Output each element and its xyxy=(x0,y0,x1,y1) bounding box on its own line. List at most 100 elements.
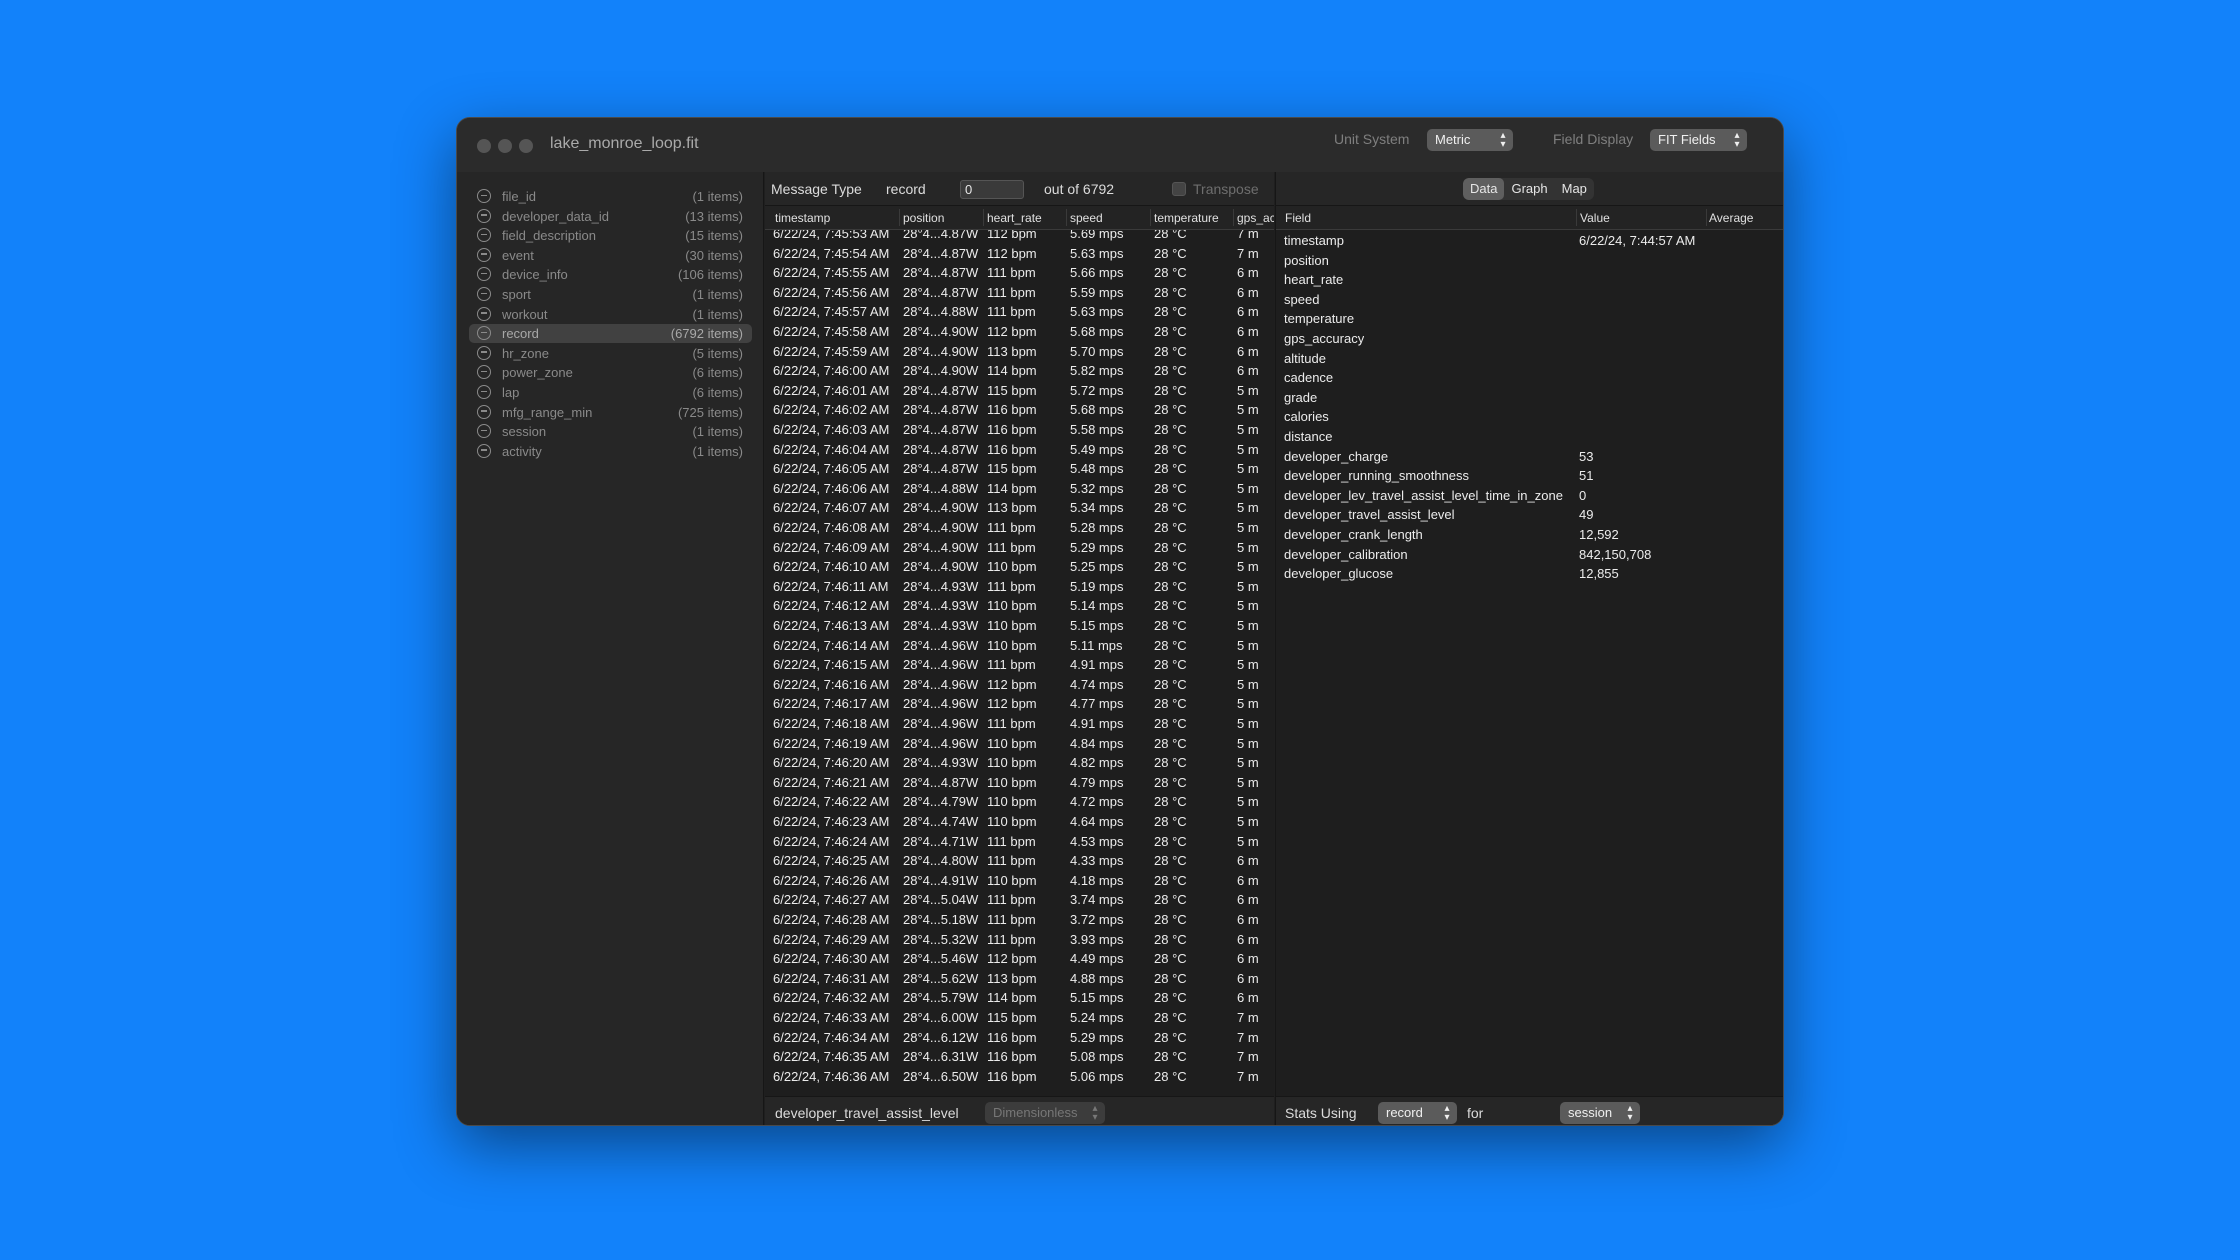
field-row[interactable]: gps_accuracy xyxy=(1276,329,1783,349)
table-row[interactable]: 6/22/24, 7:46:09 AM 28°4...4.90W 111 bpm 5.… xyxy=(765,538,1274,558)
field-display-popup[interactable]: FIT Fields ▴ ▾ xyxy=(1650,129,1747,151)
table-row[interactable]: 6/22/24, 7:45:55 AM 28°4...4.87W 111 bpm 5.… xyxy=(765,263,1274,283)
column-header-field[interactable]: Field xyxy=(1285,211,1311,225)
table-row[interactable]: 6/22/24, 7:46:04 AM 28°4...4.87W 116 bpm 5.… xyxy=(765,440,1274,460)
sidebar-item-mfg-range-min[interactable]: mfg_range_min (725 items) xyxy=(469,403,752,422)
table-row[interactable]: 6/22/24, 7:46:06 AM 28°4...4.88W 114 bpm 5.… xyxy=(765,479,1274,499)
field-row[interactable]: developer_lev_travel_assist_level_time_i… xyxy=(1276,486,1783,506)
field-row[interactable]: developer_glucose 12,855 xyxy=(1276,564,1783,584)
table-row[interactable]: 6/22/24, 7:46:02 AM 28°4...4.87W 116 bpm 5.… xyxy=(765,400,1274,420)
tab-data[interactable]: Data xyxy=(1463,178,1505,200)
table-row[interactable]: 6/22/24, 7:46:20 AM 28°4...4.93W 110 bpm 4.… xyxy=(765,753,1274,773)
sidebar-item-record[interactable]: record (6792 items) xyxy=(469,324,752,344)
table-row[interactable]: 6/22/24, 7:46:05 AM 28°4...4.87W 115 bpm 5.… xyxy=(765,459,1274,479)
table-row[interactable]: 6/22/24, 7:46:33 AM 28°4...6.00W 115 bpm 5.… xyxy=(765,1008,1274,1028)
table-row[interactable]: 6/22/24, 7:46:11 AM 28°4...4.93W 111 bpm 5.… xyxy=(765,577,1274,597)
sidebar-item-developer-data-id[interactable]: developer_data_id (13 items) xyxy=(469,207,752,226)
fields-table[interactable]: timestamp 6/22/24, 7:44:57 AM position hear… xyxy=(1276,230,1783,1096)
field-row[interactable]: developer_calibration 842,150,708 xyxy=(1276,545,1783,565)
table-row[interactable]: 6/22/24, 7:46:16 AM 28°4...4.96W 112 bpm 4.… xyxy=(765,675,1274,695)
table-row[interactable]: 6/22/24, 7:45:53 AM 28°4...4.87W 112 bpm 5.… xyxy=(765,230,1274,244)
close-window-button[interactable] xyxy=(477,139,491,153)
unit-system-popup[interactable]: Metric ▴ ▾ xyxy=(1427,129,1513,151)
column-header-gps-ac[interactable]: gps_ac xyxy=(1237,211,1274,225)
table-row[interactable]: 6/22/24, 7:46:17 AM 28°4...4.96W 112 bpm 4.… xyxy=(765,694,1274,714)
table-row[interactable]: 6/22/24, 7:46:18 AM 28°4...4.96W 111 bpm 4.… xyxy=(765,714,1274,734)
sidebar-item-file-id[interactable]: file_id (1 items) xyxy=(469,187,752,206)
table-row[interactable]: 6/22/24, 7:46:22 AM 28°4...4.79W 110 bpm 4.… xyxy=(765,792,1274,812)
transpose-checkbox[interactable] xyxy=(1172,182,1186,196)
table-row[interactable]: 6/22/24, 7:46:32 AM 28°4...5.79W 114 bpm 5.… xyxy=(765,988,1274,1008)
field-row[interactable]: calories xyxy=(1276,407,1783,427)
column-header-average[interactable]: Average xyxy=(1709,211,1753,225)
sidebar-item-event[interactable]: event (30 items) xyxy=(469,246,752,265)
field-row[interactable]: developer_crank_length 12,592 xyxy=(1276,525,1783,545)
view-mode-segmented-control[interactable]: Data Graph Map xyxy=(1463,178,1594,200)
table-row[interactable]: 6/22/24, 7:46:01 AM 28°4...4.87W 115 bpm 5.… xyxy=(765,381,1274,401)
sidebar-item-activity[interactable]: activity (1 items) xyxy=(469,442,752,461)
field-row[interactable]: speed xyxy=(1276,290,1783,310)
table-row[interactable]: 6/22/24, 7:46:25 AM 28°4...4.80W 111 bpm 4.… xyxy=(765,851,1274,871)
table-row[interactable]: 6/22/24, 7:46:28 AM 28°4...5.18W 111 bpm 3.… xyxy=(765,910,1274,930)
table-row[interactable]: 6/22/24, 7:46:26 AM 28°4...4.91W 110 bpm 4.… xyxy=(765,871,1274,891)
field-row[interactable]: cadence xyxy=(1276,368,1783,388)
sidebar-item-session[interactable]: session (1 items) xyxy=(469,422,752,441)
table-row[interactable]: 6/22/24, 7:46:13 AM 28°4...4.93W 110 bpm 5.… xyxy=(765,616,1274,636)
table-row[interactable]: 6/22/24, 7:46:23 AM 28°4...4.74W 110 bpm 4.… xyxy=(765,812,1274,832)
field-row[interactable]: grade xyxy=(1276,388,1783,408)
minimize-window-button[interactable] xyxy=(498,139,512,153)
table-row[interactable]: 6/22/24, 7:46:14 AM 28°4...4.96W 110 bpm 5.… xyxy=(765,636,1274,656)
field-row[interactable]: distance xyxy=(1276,427,1783,447)
table-row[interactable]: 6/22/24, 7:46:35 AM 28°4...6.31W 116 bpm 5.… xyxy=(765,1047,1274,1067)
table-row[interactable]: 6/22/24, 7:46:36 AM 28°4...6.50W 116 bpm 5.… xyxy=(765,1067,1274,1087)
field-row[interactable]: altitude xyxy=(1276,349,1783,369)
table-row[interactable]: 6/22/24, 7:46:10 AM 28°4...4.90W 110 bpm 5.… xyxy=(765,557,1274,577)
tab-graph[interactable]: Graph xyxy=(1504,178,1554,200)
field-row[interactable]: position xyxy=(1276,251,1783,271)
column-header-timestamp[interactable]: timestamp xyxy=(775,211,903,225)
column-header-speed[interactable]: speed xyxy=(1070,211,1150,225)
table-row[interactable]: 6/22/24, 7:46:31 AM 28°4...5.62W 113 bpm 4.… xyxy=(765,969,1274,989)
sidebar-item-workout[interactable]: workout (1 items) xyxy=(469,305,752,324)
table-row[interactable]: 6/22/24, 7:46:08 AM 28°4...4.90W 111 bpm 5.… xyxy=(765,518,1274,538)
table-row[interactable]: 6/22/24, 7:45:56 AM 28°4...4.87W 111 bpm 5.… xyxy=(765,283,1274,303)
field-row[interactable]: timestamp 6/22/24, 7:44:57 AM xyxy=(1276,231,1783,251)
field-row[interactable]: temperature xyxy=(1276,309,1783,329)
column-header-position[interactable]: position xyxy=(903,211,985,225)
unit-popup[interactable]: Dimensionless ▴ ▾ xyxy=(985,1102,1105,1124)
table-row[interactable]: 6/22/24, 7:46:03 AM 28°4...4.87W 116 bpm 5.… xyxy=(765,420,1274,440)
table-row[interactable]: 6/22/24, 7:46:34 AM 28°4...6.12W 116 bpm 5.… xyxy=(765,1028,1274,1048)
field-row[interactable]: developer_running_smoothness 51 xyxy=(1276,466,1783,486)
record-index-field[interactable]: 0 xyxy=(960,180,1024,199)
table-row[interactable]: 6/22/24, 7:46:27 AM 28°4...5.04W 111 bpm 3.… xyxy=(765,890,1274,910)
table-row[interactable]: 6/22/24, 7:45:59 AM 28°4...4.90W 113 bpm 5.… xyxy=(765,342,1274,362)
table-row[interactable]: 6/22/24, 7:45:57 AM 28°4...4.88W 111 bpm 5.… xyxy=(765,302,1274,322)
column-header-heart-rate[interactable]: heart_rate xyxy=(987,211,1067,225)
field-row[interactable]: developer_travel_assist_level 49 xyxy=(1276,505,1783,525)
stats-source-popup[interactable]: record ▴ ▾ xyxy=(1378,1102,1457,1124)
table-row[interactable]: 6/22/24, 7:46:19 AM 28°4...4.96W 110 bpm 4.… xyxy=(765,734,1274,754)
records-table[interactable]: 6/22/24, 7:45:53 AM 28°4...4.87W 112 bpm 5.… xyxy=(765,230,1274,1096)
column-header-temperature[interactable]: temperature xyxy=(1154,211,1234,225)
table-row[interactable]: 6/22/24, 7:46:12 AM 28°4...4.93W 110 bpm 5.… xyxy=(765,596,1274,616)
zoom-window-button[interactable] xyxy=(519,139,533,153)
sidebar-item-hr-zone[interactable]: hr_zone (5 items) xyxy=(469,344,752,363)
sidebar-item-field-description[interactable]: field_description (15 items) xyxy=(469,226,752,245)
tab-map[interactable]: Map xyxy=(1555,178,1594,200)
table-row[interactable]: 6/22/24, 7:46:24 AM 28°4...4.71W 111 bpm 4.… xyxy=(765,832,1274,852)
field-row[interactable]: developer_charge 53 xyxy=(1276,447,1783,467)
table-row[interactable]: 6/22/24, 7:46:07 AM 28°4...4.90W 113 bpm 5.… xyxy=(765,498,1274,518)
sidebar-item-sport[interactable]: sport (1 items) xyxy=(469,285,752,304)
table-row[interactable]: 6/22/24, 7:45:58 AM 28°4...4.90W 112 bpm 5.… xyxy=(765,322,1274,342)
sidebar-item-lap[interactable]: lap (6 items) xyxy=(469,383,752,402)
table-row[interactable]: 6/22/24, 7:46:29 AM 28°4...5.32W 111 bpm 3.… xyxy=(765,930,1274,950)
sidebar-item-power-zone[interactable]: power_zone (6 items) xyxy=(469,363,752,382)
stats-scope-popup[interactable]: session ▴ ▾ xyxy=(1560,1102,1640,1124)
field-row[interactable]: heart_rate xyxy=(1276,270,1783,290)
column-header-value[interactable]: Value xyxy=(1580,211,1610,225)
table-row[interactable]: 6/22/24, 7:46:21 AM 28°4...4.87W 110 bpm 4.… xyxy=(765,773,1274,793)
table-row[interactable]: 6/22/24, 7:45:54 AM 28°4...4.87W 112 bpm 5.… xyxy=(765,244,1274,264)
table-row[interactable]: 6/22/24, 7:46:15 AM 28°4...4.96W 111 bpm 4.… xyxy=(765,655,1274,675)
table-row[interactable]: 6/22/24, 7:46:30 AM 28°4...5.46W 112 bpm 4.… xyxy=(765,949,1274,969)
table-row[interactable]: 6/22/24, 7:46:00 AM 28°4...4.90W 114 bpm 5.… xyxy=(765,361,1274,381)
